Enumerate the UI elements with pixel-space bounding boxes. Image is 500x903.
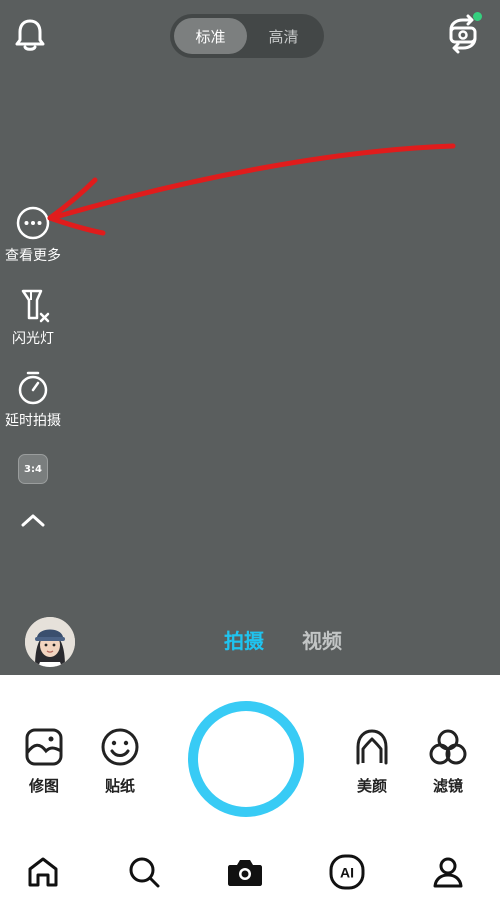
quality-toggle: 标准 高清 [170,14,324,58]
smiley-icon [101,728,139,766]
chevron-up-icon [21,514,45,527]
flip-indicator-dot [473,12,482,21]
aspect-ratio-button[interactable]: 3:4 [0,454,66,484]
timer-label: 延时拍摄 [5,413,61,429]
mode-tab-video[interactable]: 视频 [302,625,342,654]
flash-off-icon [21,289,50,323]
camera-icon[interactable] [225,852,265,892]
camera-flip-icon[interactable] [440,12,486,56]
edit-photo-label: 修图 [28,777,59,795]
sticker-button[interactable]: 贴纸 [90,727,150,796]
filter-label: 滤镜 [432,777,463,795]
capture-controls: 修图 贴纸 美颜 滤镜 [0,675,500,825]
quality-option-standard[interactable]: 标准 [174,18,247,54]
photo-edit-icon [25,728,63,766]
sticker-label: 贴纸 [104,777,135,795]
mode-tab-photo[interactable]: 拍摄 [224,625,264,654]
face-beauty-icon [356,729,388,765]
filter-button[interactable]: 滤镜 [418,727,478,796]
timer-icon [18,371,48,405]
search-icon[interactable] [124,852,164,892]
bell-icon[interactable] [12,16,48,54]
aspect-ratio-icon: 3:4 [18,454,48,484]
ai-icon-text: AI [340,865,354,881]
filter-icon [429,729,467,765]
timer-button[interactable]: 延时拍摄 [0,370,66,430]
home-icon[interactable] [23,852,63,892]
more-options-label: 查看更多 [5,248,61,264]
annotation-arrow [47,143,456,236]
mode-tabs: 拍摄 视频 [0,625,500,659]
profile-icon[interactable] [428,852,468,892]
beauty-button[interactable]: 美颜 [342,727,402,796]
flash-button[interactable]: 闪光灯 [0,288,66,348]
camera-viewfinder[interactable]: 标准 高清 查看更多 闪光灯 延时拍摄 3:4 拍摄 视频 [0,0,500,675]
more-icon [16,206,50,240]
flash-label: 闪光灯 [12,331,54,347]
ai-icon[interactable]: AI [327,852,367,892]
more-options-button[interactable]: 查看更多 [0,205,66,265]
collapse-tools-button[interactable] [0,508,66,532]
shutter-button[interactable] [188,701,304,817]
bottom-nav: AI [0,840,500,903]
quality-option-hd[interactable]: 高清 [247,18,320,54]
beauty-label: 美颜 [356,777,387,795]
edit-photo-button[interactable]: 修图 [14,727,74,796]
